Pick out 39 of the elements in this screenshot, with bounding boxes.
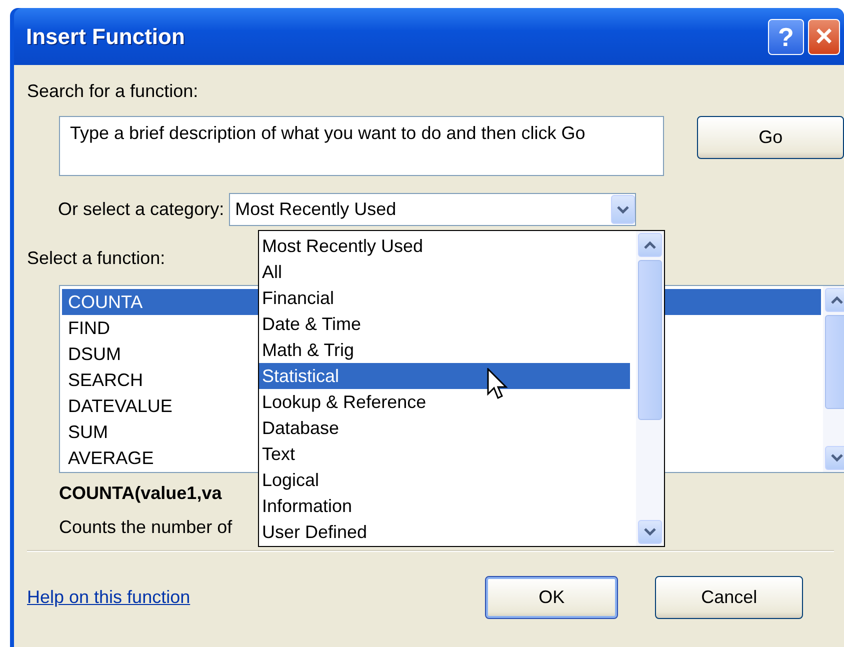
field-label: Or select a category: bbox=[58, 199, 224, 220]
menu-item[interactable]: Database bbox=[259, 415, 630, 441]
chevron-down-icon bbox=[644, 528, 656, 536]
scroll-up-button[interactable] bbox=[825, 288, 844, 312]
menu-item[interactable]: Financial bbox=[259, 285, 630, 311]
cancel-button[interactable]: Cancel bbox=[655, 576, 804, 619]
chevron-up-icon bbox=[831, 296, 843, 304]
scroll-down-button[interactable] bbox=[825, 446, 844, 470]
chevron-down-icon bbox=[831, 454, 843, 462]
function-description: Counts the number of bbox=[59, 517, 232, 538]
window-title: Insert Function bbox=[26, 24, 186, 50]
ok-button[interactable]: OK bbox=[485, 576, 618, 619]
menu-item[interactable]: Information bbox=[259, 493, 630, 519]
dropdown-button[interactable] bbox=[611, 195, 636, 224]
scrollbar[interactable] bbox=[636, 231, 664, 546]
menu-item[interactable]: Math & Trig bbox=[259, 337, 630, 363]
field-label: Search for a function: bbox=[27, 81, 198, 102]
scroll-thumb[interactable] bbox=[638, 260, 662, 420]
menu-item[interactable]: Lookup & Reference bbox=[259, 389, 630, 415]
menu-item[interactable]: Text bbox=[259, 441, 630, 467]
help-link[interactable]: Help on this function bbox=[27, 587, 190, 608]
scroll-up-button[interactable] bbox=[638, 233, 662, 257]
category-dropdown[interactable]: Most Recently Used bbox=[229, 193, 636, 226]
scrollbar[interactable] bbox=[823, 286, 844, 472]
menu-item[interactable]: User Defined bbox=[259, 519, 630, 545]
menu-item[interactable]: Logical bbox=[259, 467, 630, 493]
go-button[interactable]: Go bbox=[697, 116, 844, 159]
scroll-thumb[interactable] bbox=[825, 315, 844, 410]
mouse-cursor-icon bbox=[487, 368, 509, 400]
chevron-down-icon bbox=[617, 206, 630, 214]
function-syntax: COUNTA(value1,va bbox=[59, 483, 222, 504]
menu-item[interactable]: Date & Time bbox=[259, 311, 630, 337]
menu-item[interactable]: Statistical bbox=[259, 363, 630, 389]
search-field[interactable]: Type a brief description of what you want to do and then click Go bbox=[59, 116, 664, 176]
field-label: Select a function: bbox=[27, 248, 166, 269]
menu-item[interactable]: Most Recently Used bbox=[259, 233, 630, 259]
scroll-down-button[interactable] bbox=[638, 520, 662, 544]
menu-item[interactable]: All bbox=[259, 259, 630, 285]
chevron-up-icon bbox=[644, 241, 656, 249]
